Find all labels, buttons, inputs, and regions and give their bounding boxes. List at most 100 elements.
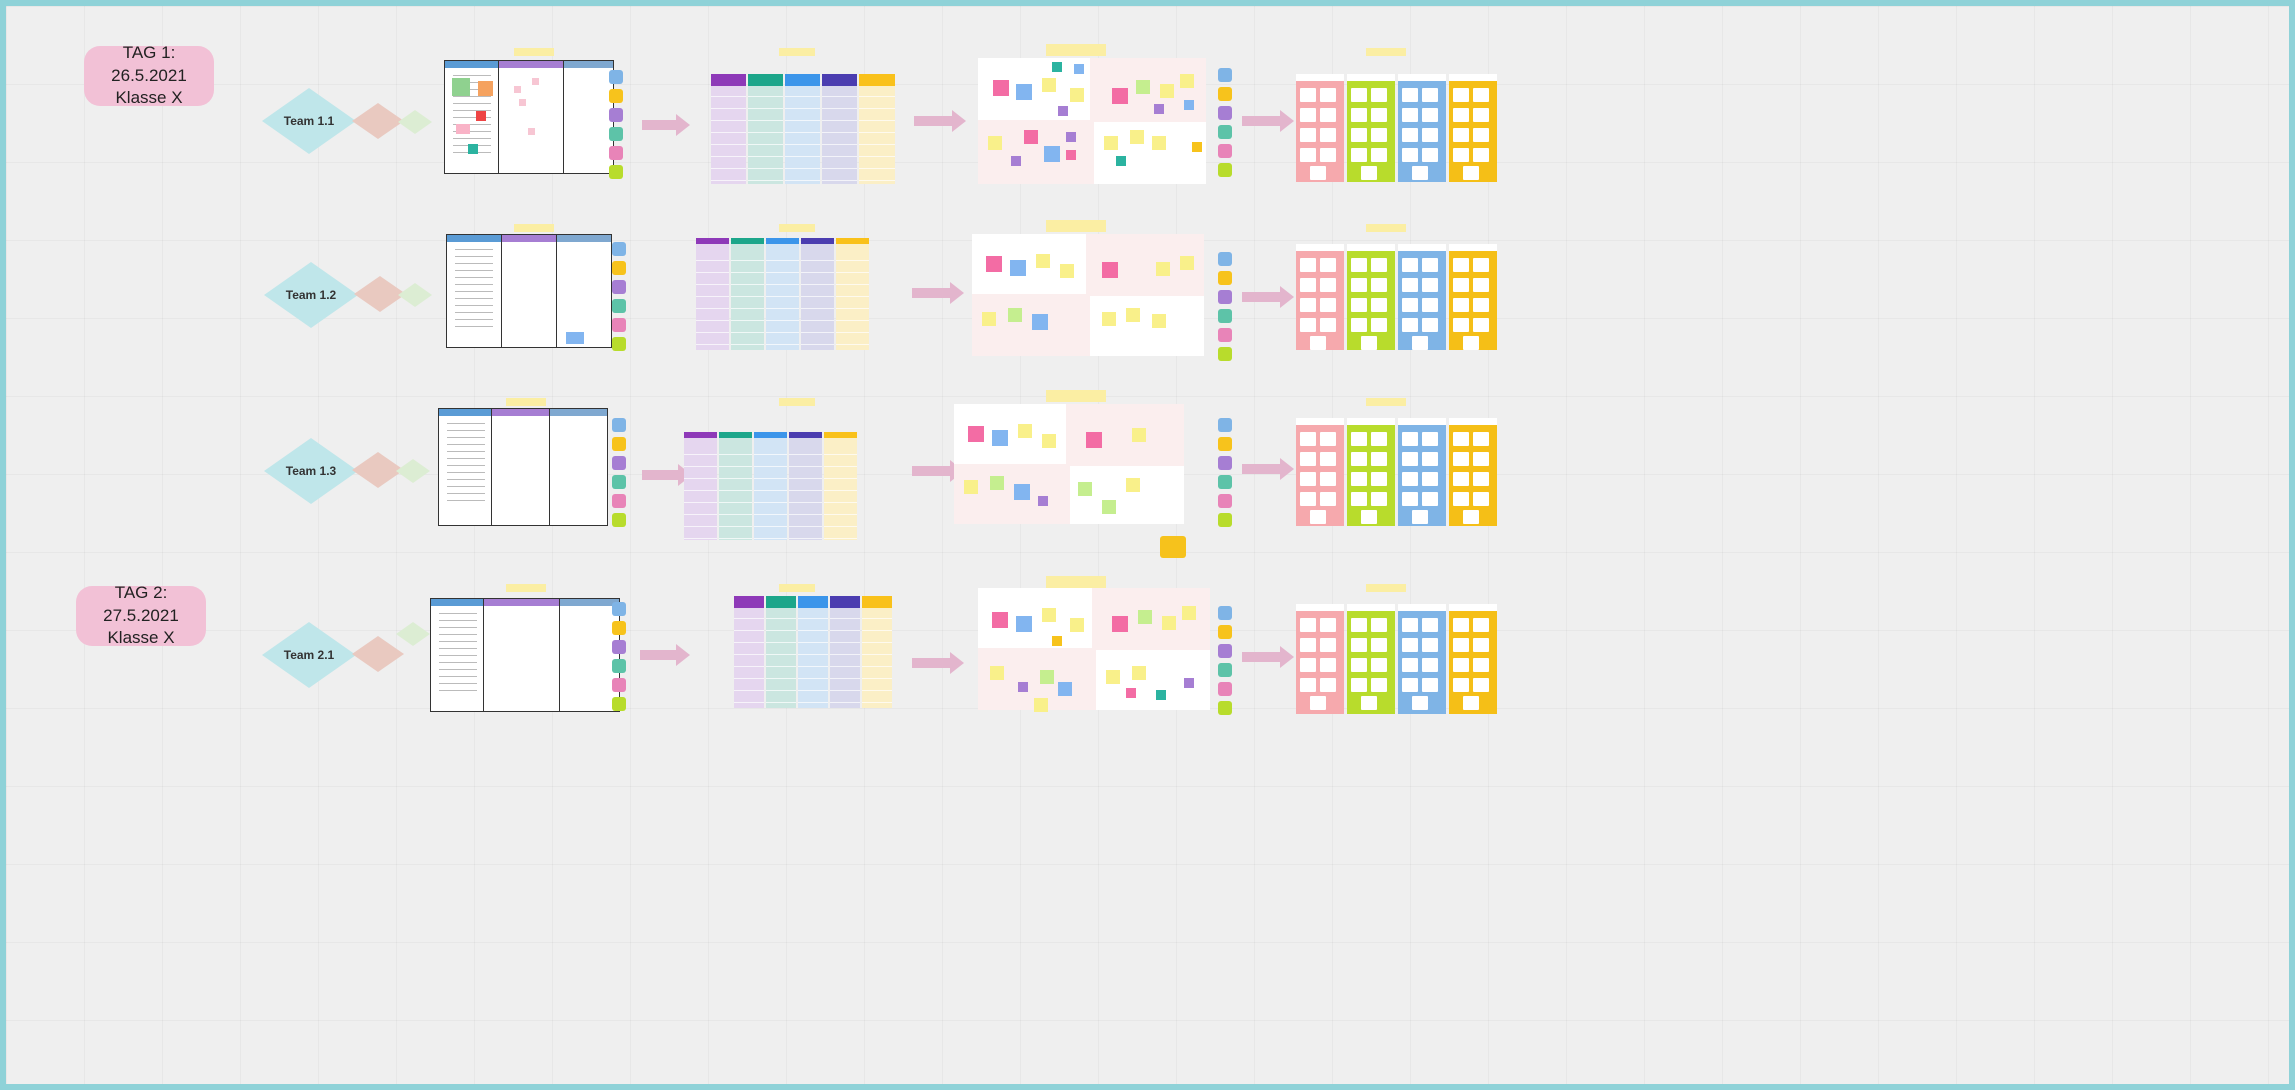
mini-sticky-note[interactable] bbox=[1371, 148, 1387, 162]
mini-sticky-note[interactable] bbox=[1422, 108, 1438, 122]
mini-sticky-note[interactable] bbox=[1371, 472, 1387, 486]
sticky-note[interactable] bbox=[1036, 254, 1050, 268]
team-diamond-1-3[interactable]: Team 1.3 bbox=[264, 438, 358, 504]
mini-sticky-note[interactable] bbox=[1351, 658, 1367, 672]
mini-sticky-note[interactable] bbox=[1351, 298, 1367, 312]
team-diamond-1-1[interactable]: Team 1.1 bbox=[262, 88, 356, 154]
mini-sticky-note[interactable] bbox=[1402, 88, 1418, 102]
mini-sticky-note[interactable] bbox=[1300, 638, 1316, 652]
mini-sticky-note[interactable] bbox=[1453, 278, 1469, 292]
mini-sticky-note[interactable] bbox=[1351, 128, 1367, 142]
sticky-note[interactable] bbox=[1106, 670, 1120, 684]
mini-sticky-note[interactable] bbox=[1473, 298, 1489, 312]
sticky-note[interactable] bbox=[468, 144, 478, 154]
sticky-note[interactable] bbox=[990, 666, 1004, 680]
mini-sticky-note[interactable] bbox=[1453, 108, 1469, 122]
sticky-note[interactable] bbox=[1058, 682, 1072, 696]
category-matrix[interactable] bbox=[696, 238, 876, 350]
mini-sticky-note[interactable] bbox=[1422, 318, 1438, 332]
mini-sticky-note[interactable] bbox=[1422, 638, 1438, 652]
mini-sticky-note[interactable] bbox=[1412, 336, 1428, 350]
mini-sticky-note[interactable] bbox=[1371, 492, 1387, 506]
mini-sticky-note[interactable] bbox=[1453, 432, 1469, 446]
sticky-note[interactable] bbox=[1104, 136, 1118, 150]
mini-sticky-note[interactable] bbox=[1310, 166, 1326, 180]
mini-sticky-note[interactable] bbox=[1473, 108, 1489, 122]
mini-sticky-note[interactable] bbox=[1473, 492, 1489, 506]
whiteboard-canvas[interactable]: TAG 1: 26.5.2021 Klasse X TAG 2: 27.5.20… bbox=[6, 6, 2289, 1084]
mini-sticky-note[interactable] bbox=[1402, 128, 1418, 142]
kanban-board[interactable] bbox=[430, 598, 620, 712]
mini-sticky-note[interactable] bbox=[1402, 318, 1418, 332]
mini-sticky-note[interactable] bbox=[1361, 510, 1377, 524]
mini-sticky-note[interactable] bbox=[1320, 298, 1336, 312]
mini-sticky-note[interactable] bbox=[1320, 432, 1336, 446]
mini-sticky-note[interactable] bbox=[1422, 128, 1438, 142]
mini-sticky-note[interactable] bbox=[1453, 638, 1469, 652]
sticky-note[interactable] bbox=[1086, 432, 1102, 448]
mini-sticky-note[interactable] bbox=[1422, 432, 1438, 446]
mini-sticky-note[interactable] bbox=[1371, 452, 1387, 466]
mini-sticky-note[interactable] bbox=[1351, 318, 1367, 332]
mini-sticky-note[interactable] bbox=[1361, 166, 1377, 180]
mini-sticky-note[interactable] bbox=[1463, 336, 1479, 350]
sticky-note[interactable] bbox=[1078, 482, 1092, 496]
sticky-note[interactable] bbox=[1008, 308, 1022, 322]
sticky-note[interactable] bbox=[519, 99, 526, 106]
sticky-note[interactable] bbox=[1011, 156, 1021, 166]
sticky-note[interactable] bbox=[566, 332, 584, 344]
mini-sticky-note[interactable] bbox=[1371, 678, 1387, 692]
mini-sticky-note[interactable] bbox=[1310, 696, 1326, 710]
sticky-note[interactable] bbox=[1042, 434, 1056, 448]
mini-sticky-note[interactable] bbox=[1473, 128, 1489, 142]
mini-sticky-note[interactable] bbox=[1320, 258, 1336, 272]
sticky-note[interactable] bbox=[1126, 308, 1140, 322]
mini-sticky-note[interactable] bbox=[1422, 88, 1438, 102]
kanban-board[interactable] bbox=[446, 234, 612, 348]
sticky-note[interactable] bbox=[1154, 104, 1164, 114]
mini-sticky-note[interactable] bbox=[1371, 258, 1387, 272]
sticky-note[interactable] bbox=[1066, 150, 1076, 160]
mini-sticky-note[interactable] bbox=[1371, 108, 1387, 122]
floating-sticky-note[interactable] bbox=[1160, 536, 1186, 558]
mini-sticky-note[interactable] bbox=[1361, 696, 1377, 710]
mini-sticky-note[interactable] bbox=[1453, 472, 1469, 486]
sticky-note[interactable] bbox=[1052, 636, 1062, 646]
mini-sticky-note[interactable] bbox=[1402, 472, 1418, 486]
mini-sticky-note[interactable] bbox=[1300, 678, 1316, 692]
mini-sticky-note[interactable] bbox=[1320, 472, 1336, 486]
mini-sticky-note[interactable] bbox=[1351, 472, 1367, 486]
sticky-note[interactable] bbox=[1132, 428, 1146, 442]
sticky-note[interactable] bbox=[1040, 670, 1054, 684]
mini-sticky-note[interactable] bbox=[1320, 128, 1336, 142]
mini-sticky-note[interactable] bbox=[1371, 128, 1387, 142]
sticky-note[interactable] bbox=[1074, 64, 1084, 74]
sticky-note[interactable] bbox=[1018, 682, 1028, 692]
sticky-note[interactable] bbox=[992, 612, 1008, 628]
mini-sticky-note[interactable] bbox=[1320, 148, 1336, 162]
mini-sticky-note[interactable] bbox=[1473, 88, 1489, 102]
sticky-note[interactable] bbox=[1016, 84, 1032, 100]
mini-sticky-note[interactable] bbox=[1371, 638, 1387, 652]
mini-sticky-note[interactable] bbox=[1473, 452, 1489, 466]
sticky-note[interactable] bbox=[1184, 100, 1194, 110]
sticky-note[interactable] bbox=[1152, 314, 1166, 328]
mini-sticky-note[interactable] bbox=[1371, 278, 1387, 292]
mini-sticky-note[interactable] bbox=[1453, 618, 1469, 632]
sticky-note[interactable] bbox=[514, 86, 521, 93]
sticky-note[interactable] bbox=[1010, 260, 1026, 276]
mini-sticky-note[interactable] bbox=[1402, 432, 1418, 446]
sticky-note[interactable] bbox=[1102, 262, 1118, 278]
mini-sticky-note[interactable] bbox=[1351, 452, 1367, 466]
sticky-note[interactable] bbox=[1156, 690, 1166, 700]
sub-diamond-small[interactable] bbox=[398, 283, 432, 307]
mini-sticky-note[interactable] bbox=[1402, 678, 1418, 692]
sticky-note[interactable] bbox=[1060, 264, 1074, 278]
sticky-note[interactable] bbox=[1182, 606, 1196, 620]
mini-sticky-note[interactable] bbox=[1453, 148, 1469, 162]
mini-sticky-note[interactable] bbox=[1402, 258, 1418, 272]
sticky-note[interactable] bbox=[1042, 608, 1056, 622]
sub-diamond-small[interactable] bbox=[396, 622, 430, 646]
sticky-note[interactable] bbox=[1052, 62, 1062, 72]
mini-sticky-note[interactable] bbox=[1351, 258, 1367, 272]
